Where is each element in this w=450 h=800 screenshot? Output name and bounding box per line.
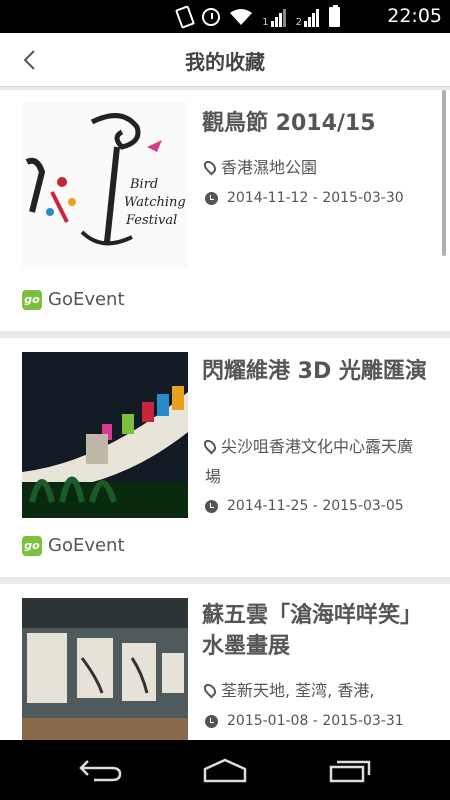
navigation-bar bbox=[0, 740, 450, 800]
home-icon[interactable] bbox=[195, 752, 255, 788]
event-location: 荃新天地, 荃湾, 香港, bbox=[201, 676, 425, 706]
location-pin-icon bbox=[201, 158, 219, 176]
event-title: 蘇五雲「滄海咩咩笑」水墨畫展 bbox=[202, 603, 423, 659]
battery-icon bbox=[329, 5, 340, 27]
app-bar: 我的收藏 bbox=[0, 33, 450, 87]
event-title: 觀鳥節 2014/15 bbox=[202, 111, 376, 136]
event-location-text: 尖沙咀香港文化中心露天廣場 bbox=[205, 437, 414, 486]
event-image bbox=[22, 598, 188, 740]
event-card[interactable]: 蘇五雲「滄海咩咩笑」水墨畫展 荃新天地, 荃湾, 香港, 2015-01-08 … bbox=[0, 584, 450, 740]
event-location-text: 荃新天地, 荃湾, 香港, bbox=[221, 681, 375, 700]
goevent-logo-icon: go bbox=[22, 535, 42, 556]
status-bar: 1 2 22:05 bbox=[0, 0, 450, 33]
clock-icon bbox=[205, 714, 218, 728]
image-text-bird: Bird bbox=[130, 177, 159, 192]
status-icons: 1 2 bbox=[175, 5, 340, 29]
page-title: 我的收藏 bbox=[185, 50, 265, 74]
event-source: go GoEvent bbox=[22, 289, 125, 310]
signal-icon bbox=[270, 7, 286, 27]
location-pin-icon bbox=[201, 437, 219, 455]
event-date-text: 2014-11-25 - 2015-03-05 bbox=[227, 498, 404, 514]
event-location-text: 香港濕地公園 bbox=[221, 158, 318, 177]
image-text-watching: Watching bbox=[124, 195, 186, 210]
event-source-label: GoEvent bbox=[48, 289, 125, 310]
event-source-label: GoEvent bbox=[48, 535, 125, 556]
recent-apps-icon[interactable] bbox=[320, 752, 380, 788]
list-scrollbar[interactable] bbox=[442, 90, 446, 256]
back-arrow-icon[interactable] bbox=[70, 752, 130, 788]
event-date: 2015-01-08 - 2015-03-31 bbox=[205, 713, 404, 729]
event-card[interactable]: Bird Watching Festival 觀鳥節 2014/15 香港濕地公… bbox=[0, 90, 450, 331]
wifi-icon bbox=[230, 8, 253, 26]
event-location: 香港濕地公園 bbox=[201, 153, 425, 183]
sim1-label: 1 bbox=[262, 17, 269, 28]
status-time: 22:05 bbox=[387, 5, 442, 27]
signal-icon-2 bbox=[304, 7, 319, 27]
goevent-logo-icon: go bbox=[22, 289, 42, 310]
alarm-icon bbox=[202, 8, 221, 26]
event-image: Bird Watching Festival bbox=[22, 102, 188, 268]
event-title: 閃耀維港 3D 光雕匯演 bbox=[202, 359, 427, 384]
event-image bbox=[22, 352, 188, 518]
image-text-festival: Festival bbox=[126, 213, 178, 228]
event-date-text: 2014-11-12 - 2015-03-30 bbox=[227, 190, 404, 206]
screen: 1 2 22:05 我的收藏 Bird Watching Festival 觀鳥… bbox=[0, 0, 450, 800]
clock-icon bbox=[205, 191, 218, 205]
sim2-label: 2 bbox=[295, 17, 302, 28]
event-card[interactable]: 閃耀維港 3D 光雕匯演 尖沙咀香港文化中心露天廣場 2014-11-25 - … bbox=[0, 338, 450, 577]
location-pin-icon bbox=[201, 681, 219, 699]
vibrate-icon bbox=[175, 5, 196, 29]
event-date: 2014-11-25 - 2015-03-05 bbox=[205, 498, 404, 514]
event-location: 尖沙咀香港文化中心露天廣場 bbox=[201, 432, 425, 492]
event-date-text: 2015-01-08 - 2015-03-31 bbox=[227, 713, 404, 729]
event-date: 2014-11-12 - 2015-03-30 bbox=[205, 190, 404, 206]
event-source: go GoEvent bbox=[22, 535, 125, 556]
clock-icon bbox=[205, 499, 218, 513]
favorites-list[interactable]: Bird Watching Festival 觀鳥節 2014/15 香港濕地公… bbox=[0, 88, 450, 740]
